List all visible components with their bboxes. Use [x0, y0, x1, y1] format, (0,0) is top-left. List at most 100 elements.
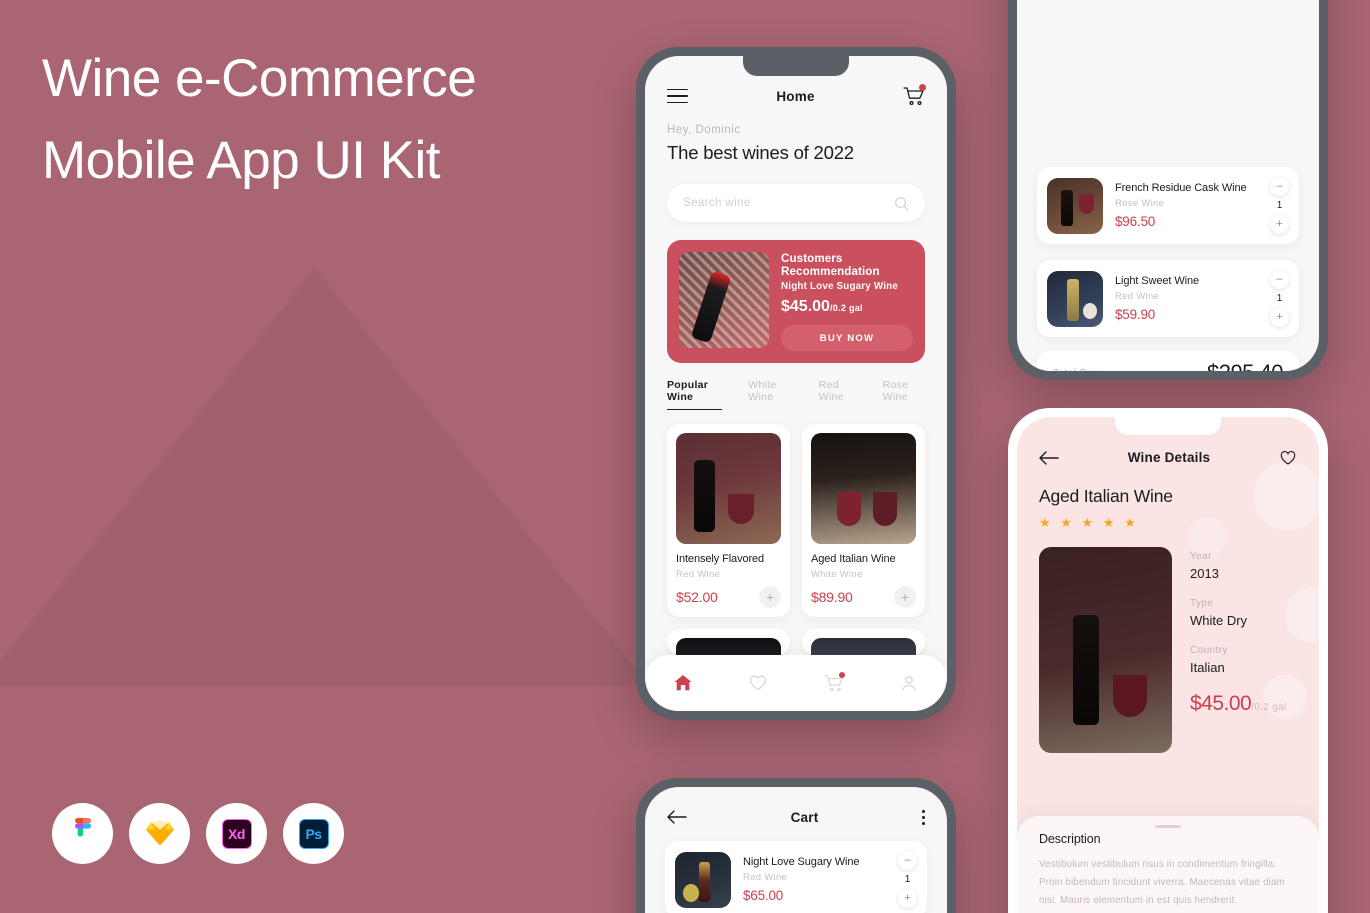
search-input[interactable]: Search wine — [667, 184, 925, 222]
product-name: Aged Italian Wine — [811, 553, 896, 565]
nav-cart-icon[interactable] — [822, 671, 846, 695]
nav-profile-icon[interactable] — [897, 671, 921, 695]
cart-item-price: $59.90 — [1115, 307, 1156, 322]
product-card[interactable] — [802, 629, 925, 658]
search-placeholder: Search wine — [683, 197, 751, 209]
product-price: $89.90 — [811, 589, 853, 605]
decrease-quantity-button[interactable]: – — [1270, 270, 1289, 289]
increase-quantity-button[interactable]: + — [898, 889, 917, 908]
spec-label: Type — [1190, 598, 1214, 609]
cart-item-type: Red Wine — [1115, 291, 1160, 302]
tab-rose-wine[interactable]: Rose Wine — [883, 379, 925, 410]
decrease-quantity-button[interactable]: – — [898, 851, 917, 870]
tab-red-wine[interactable]: Red Wine — [819, 379, 857, 410]
back-arrow-icon[interactable] — [667, 809, 687, 825]
add-to-cart-button[interactable]: + — [759, 586, 781, 608]
increase-quantity-button[interactable]: + — [1270, 308, 1289, 327]
wine-hero-image — [1039, 547, 1172, 753]
add-to-cart-button[interactable]: + — [894, 586, 916, 608]
quantity-stepper: – 1 + — [1270, 177, 1289, 234]
tab-white-wine[interactable]: White Wine — [748, 379, 792, 410]
recommendation-price: $45.00/0.2 gal — [781, 298, 913, 316]
headline-line-1: Wine e-Commerce — [42, 49, 477, 108]
nav-home-icon[interactable] — [671, 671, 695, 695]
adobexd-icon: Xd — [221, 818, 252, 849]
spec-label: Country — [1190, 645, 1228, 656]
poster-canvas: Wine e-Commerce Mobile App UI Kit Xd Ps … — [0, 0, 1370, 913]
rating-stars: ★ ★ ★ ★ ★ — [1039, 515, 1139, 530]
decrease-quantity-button[interactable]: – — [1270, 177, 1289, 196]
spec-value: 2013 — [1190, 566, 1219, 581]
wine-details-screen: Wine Details Aged Italian Wine ★ ★ ★ ★ ★… — [1017, 417, 1319, 913]
photoshop-icon: Ps — [298, 818, 329, 849]
wine-price-unit: /0.2 gal — [1251, 702, 1287, 713]
more-options-icon[interactable] — [922, 809, 925, 825]
photoshop-logo-badge: Ps — [283, 803, 344, 864]
sheet-grab-handle[interactable] — [1155, 825, 1181, 828]
cart-item[interactable]: French Residue Cask Wine Rose Wine $96.5… — [1037, 167, 1299, 244]
category-tabs: Popular Wine White Wine Red Wine Rose Wi… — [645, 363, 947, 410]
quantity-value: 1 — [1276, 200, 1283, 211]
back-arrow-icon[interactable] — [1039, 450, 1059, 466]
cart-item-name: Night Love Sugary Wine — [743, 856, 860, 868]
greeting-text: Hey, Dominic — [667, 124, 741, 136]
favorite-heart-icon[interactable] — [1279, 449, 1297, 466]
bottom-navigation — [645, 655, 947, 711]
spec-label: Year — [1190, 551, 1212, 562]
phone-mockup-home: Home Hey, Dominic The best wines of 2022… — [636, 47, 956, 720]
total-price-label: Total Price — [1053, 368, 1105, 372]
page-title: Wine e-Commerce Mobile App UI Kit — [42, 38, 602, 202]
cart-icon[interactable] — [903, 84, 926, 106]
greeting-block: Hey, Dominic The best wines of 2022 — [645, 106, 947, 164]
buy-now-button[interactable]: BUY NOW — [781, 325, 913, 351]
recommendation-price-value: $45.00 — [781, 298, 830, 315]
recommendation-body: Customers Recommendation Night Love Suga… — [781, 252, 913, 351]
spec-year: Year 2013 — [1190, 551, 1297, 581]
spec-value: Italian — [1190, 660, 1225, 675]
product-type: White Wine — [811, 569, 863, 580]
phone-mockup-cart-summary: French Residue Cask Wine Rose Wine $96.5… — [1008, 0, 1328, 380]
product-image — [811, 433, 916, 544]
product-image — [676, 433, 781, 544]
headline-line-2: Mobile App UI Kit — [42, 131, 441, 190]
product-grid: Intensely Flavored Red Wine $52.00 + Age… — [645, 410, 947, 617]
cart-badge-dot — [919, 84, 926, 91]
cart-topbar: Cart — [645, 787, 947, 825]
quantity-value: 1 — [904, 874, 911, 885]
phone-notch — [1115, 417, 1221, 435]
quantity-stepper: – 1 + — [1270, 270, 1289, 327]
product-card[interactable] — [667, 629, 790, 658]
sketch-logo-badge — [129, 803, 190, 864]
product-type: Red Wine — [676, 569, 721, 580]
phone-mockup-wine-details: Wine Details Aged Italian Wine ★ ★ ★ ★ ★… — [1008, 408, 1328, 913]
recommendation-price-unit: /0.2 gal — [829, 303, 863, 313]
total-price-row: Total Price $295.40 — [1037, 351, 1299, 371]
product-card[interactable]: Intensely Flavored Red Wine $52.00 + — [667, 424, 790, 617]
wine-price: $45.00/0.2 gal — [1190, 692, 1297, 716]
search-icon — [895, 196, 909, 211]
product-card[interactable]: Aged Italian Wine White Wine $89.90 + — [802, 424, 925, 617]
wine-specs: Year 2013 Type White Dry Country Italian… — [1190, 547, 1297, 753]
recommendation-name: Night Love Sugary Wine — [781, 281, 898, 292]
wine-name: Aged Italian Wine — [1039, 486, 1173, 506]
cart-title: Cart — [790, 809, 819, 825]
adobexd-logo-badge: Xd — [206, 803, 267, 864]
nav-favorites-icon[interactable] — [746, 671, 770, 695]
tab-popular-wine[interactable]: Popular Wine — [667, 379, 723, 410]
product-price: $52.00 — [676, 589, 718, 605]
spec-type: Type White Dry — [1190, 598, 1297, 628]
menu-icon[interactable] — [667, 88, 688, 104]
quantity-stepper: – 1 + — [898, 851, 917, 908]
cart-item-thumbnail — [1047, 177, 1103, 234]
cart-item[interactable]: Night Love Sugary Wine Red Wine $65.00 –… — [665, 841, 927, 913]
cart-item-name: French Residue Cask Wine — [1115, 182, 1247, 194]
nav-cart-badge — [838, 672, 845, 678]
cart-item[interactable]: Light Sweet Wine Red Wine $59.90 – 1 + — [1037, 260, 1299, 337]
increase-quantity-button[interactable]: + — [1270, 215, 1289, 234]
home-title: Home — [776, 88, 815, 104]
phone-notch — [743, 56, 849, 76]
total-price-value: $295.40 — [1207, 360, 1284, 371]
details-main: Year 2013 Type White Dry Country Italian… — [1017, 531, 1319, 753]
spec-value: White Dry — [1190, 613, 1248, 628]
recommendation-banner[interactable]: Customers Recommendation Night Love Suga… — [667, 240, 925, 363]
